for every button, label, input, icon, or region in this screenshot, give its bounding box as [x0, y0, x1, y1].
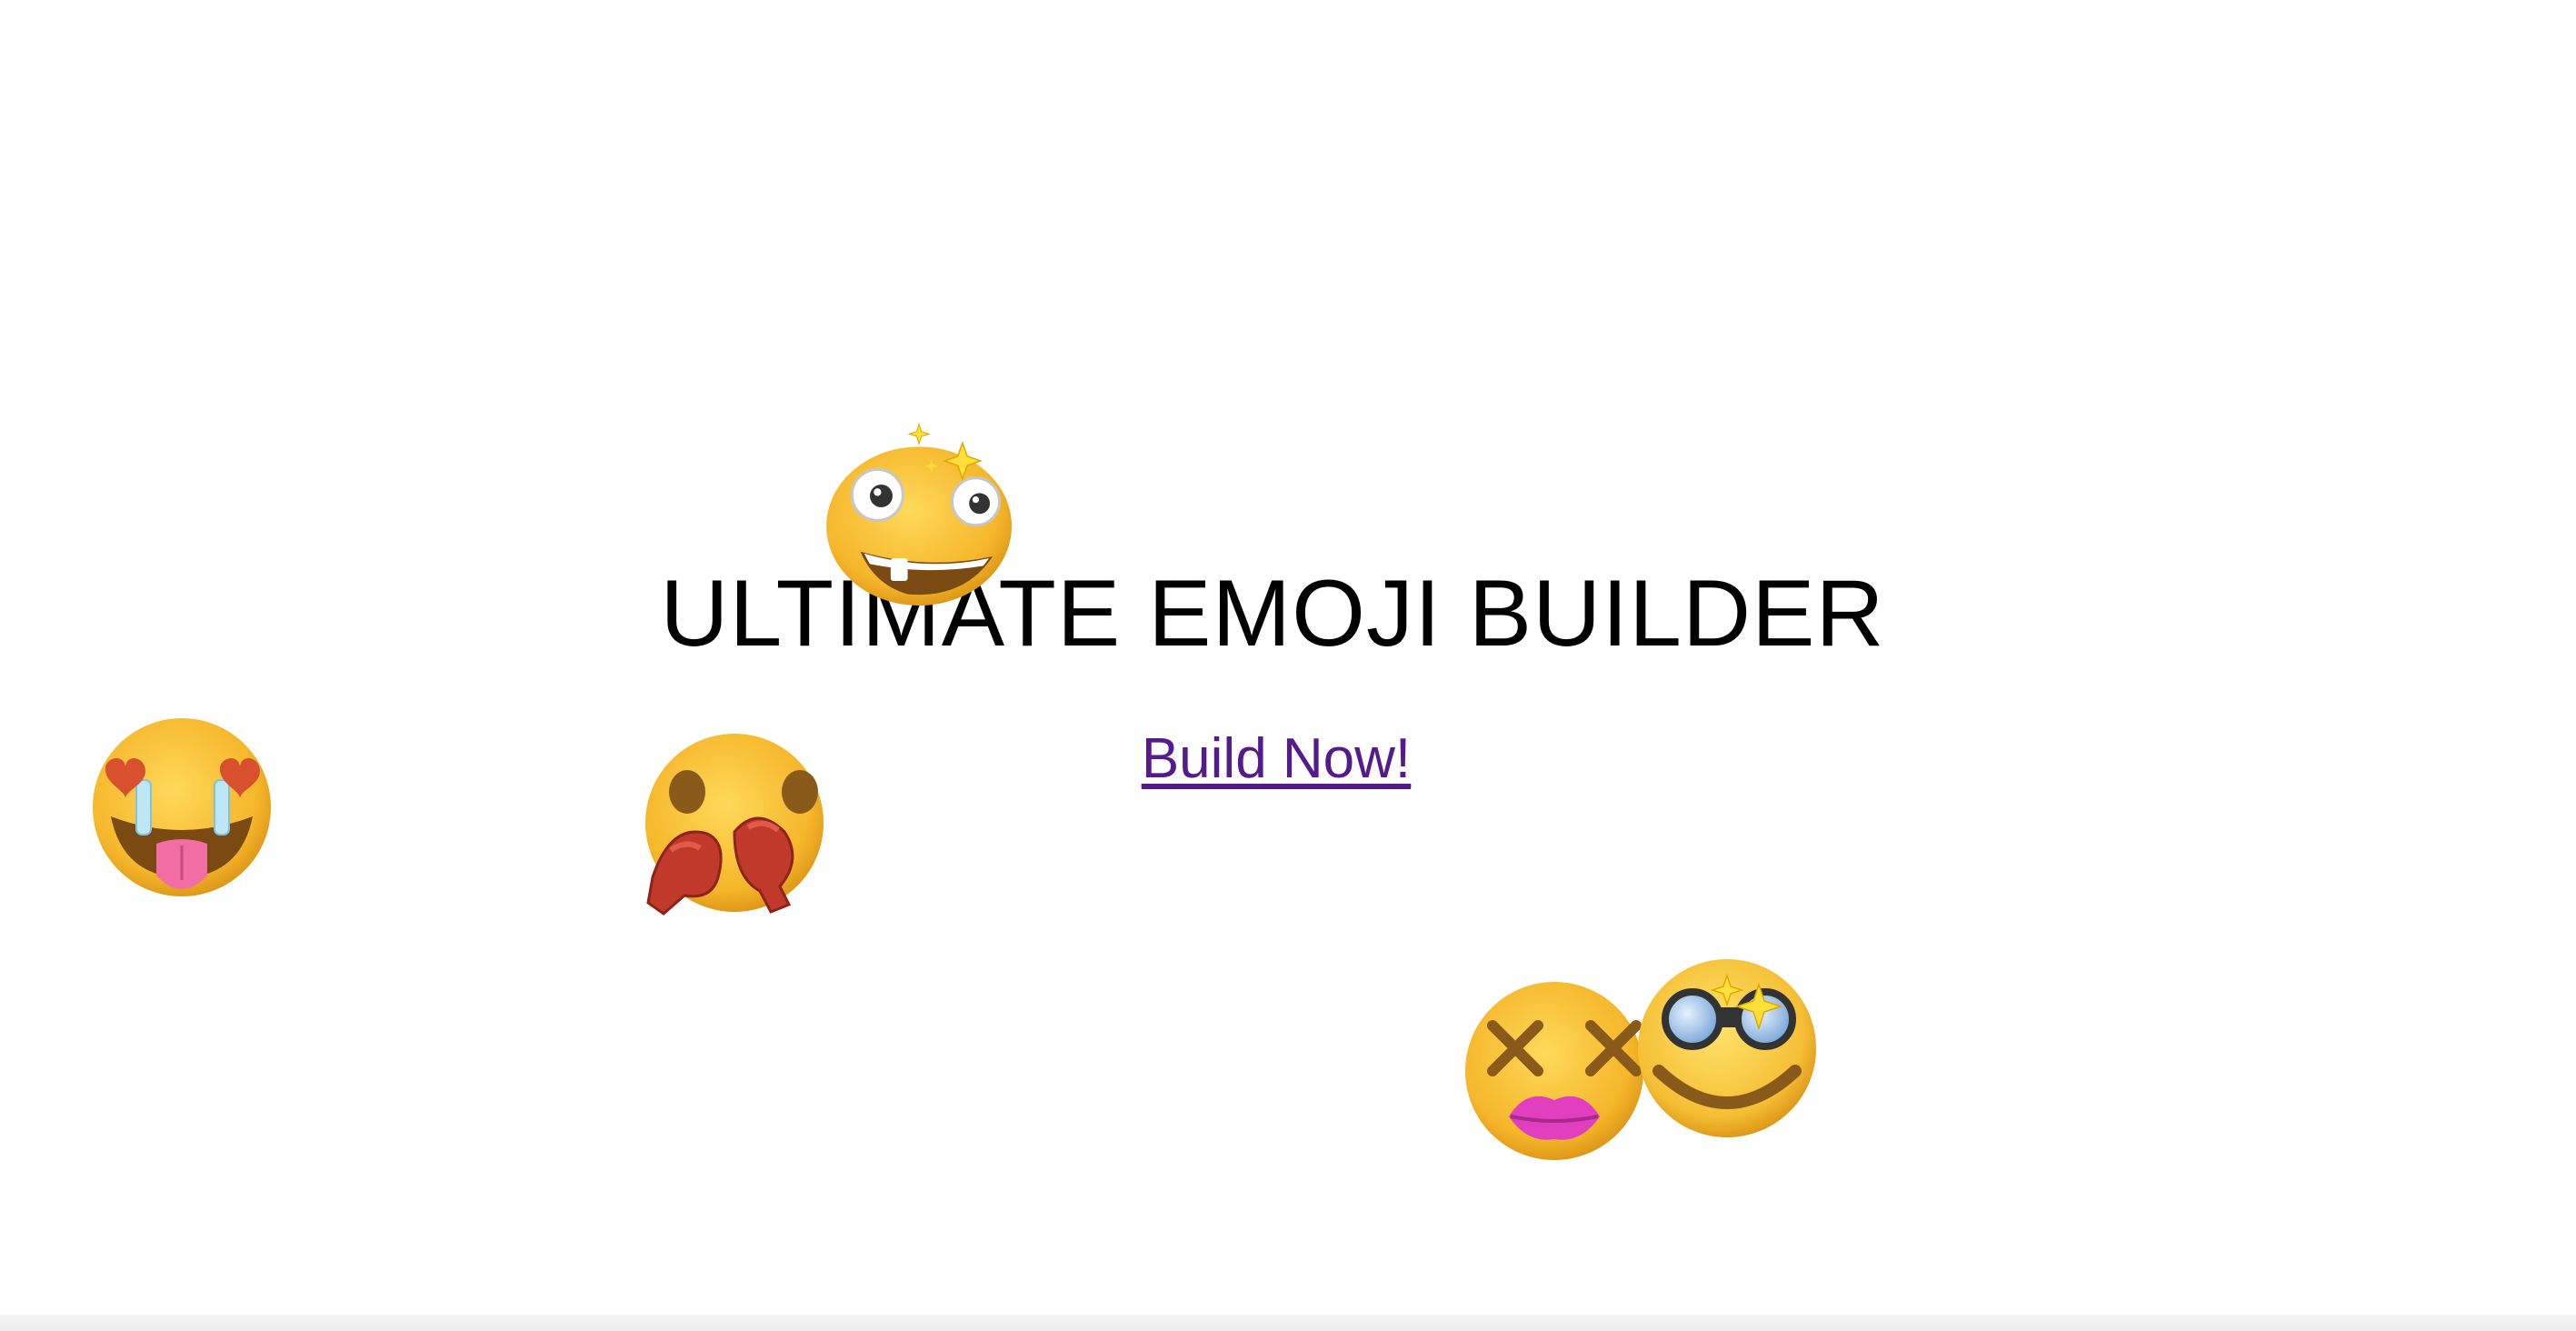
bottom-scrollbar-strip — [0, 1315, 2576, 1331]
page: ULTIMATE EMOJI BUILDER Build Now! — [0, 0, 2576, 1331]
build-now-link-wrapper: Build Now! — [0, 723, 2552, 796]
build-now-link[interactable]: Build Now! — [1142, 727, 1411, 790]
binocular-eyes-smile-emoji — [1636, 957, 1818, 1139]
x-eyes-kiss-lips-emoji — [1463, 980, 1645, 1162]
page-title: ULTIMATE EMOJI BUILDER — [660, 561, 1885, 666]
boxing-gloves-face-emoji — [644, 732, 825, 916]
googly-eyes-sparkles-emoji — [823, 414, 1012, 606]
heart-eyes-tongue-tears-emoji — [91, 716, 273, 898]
